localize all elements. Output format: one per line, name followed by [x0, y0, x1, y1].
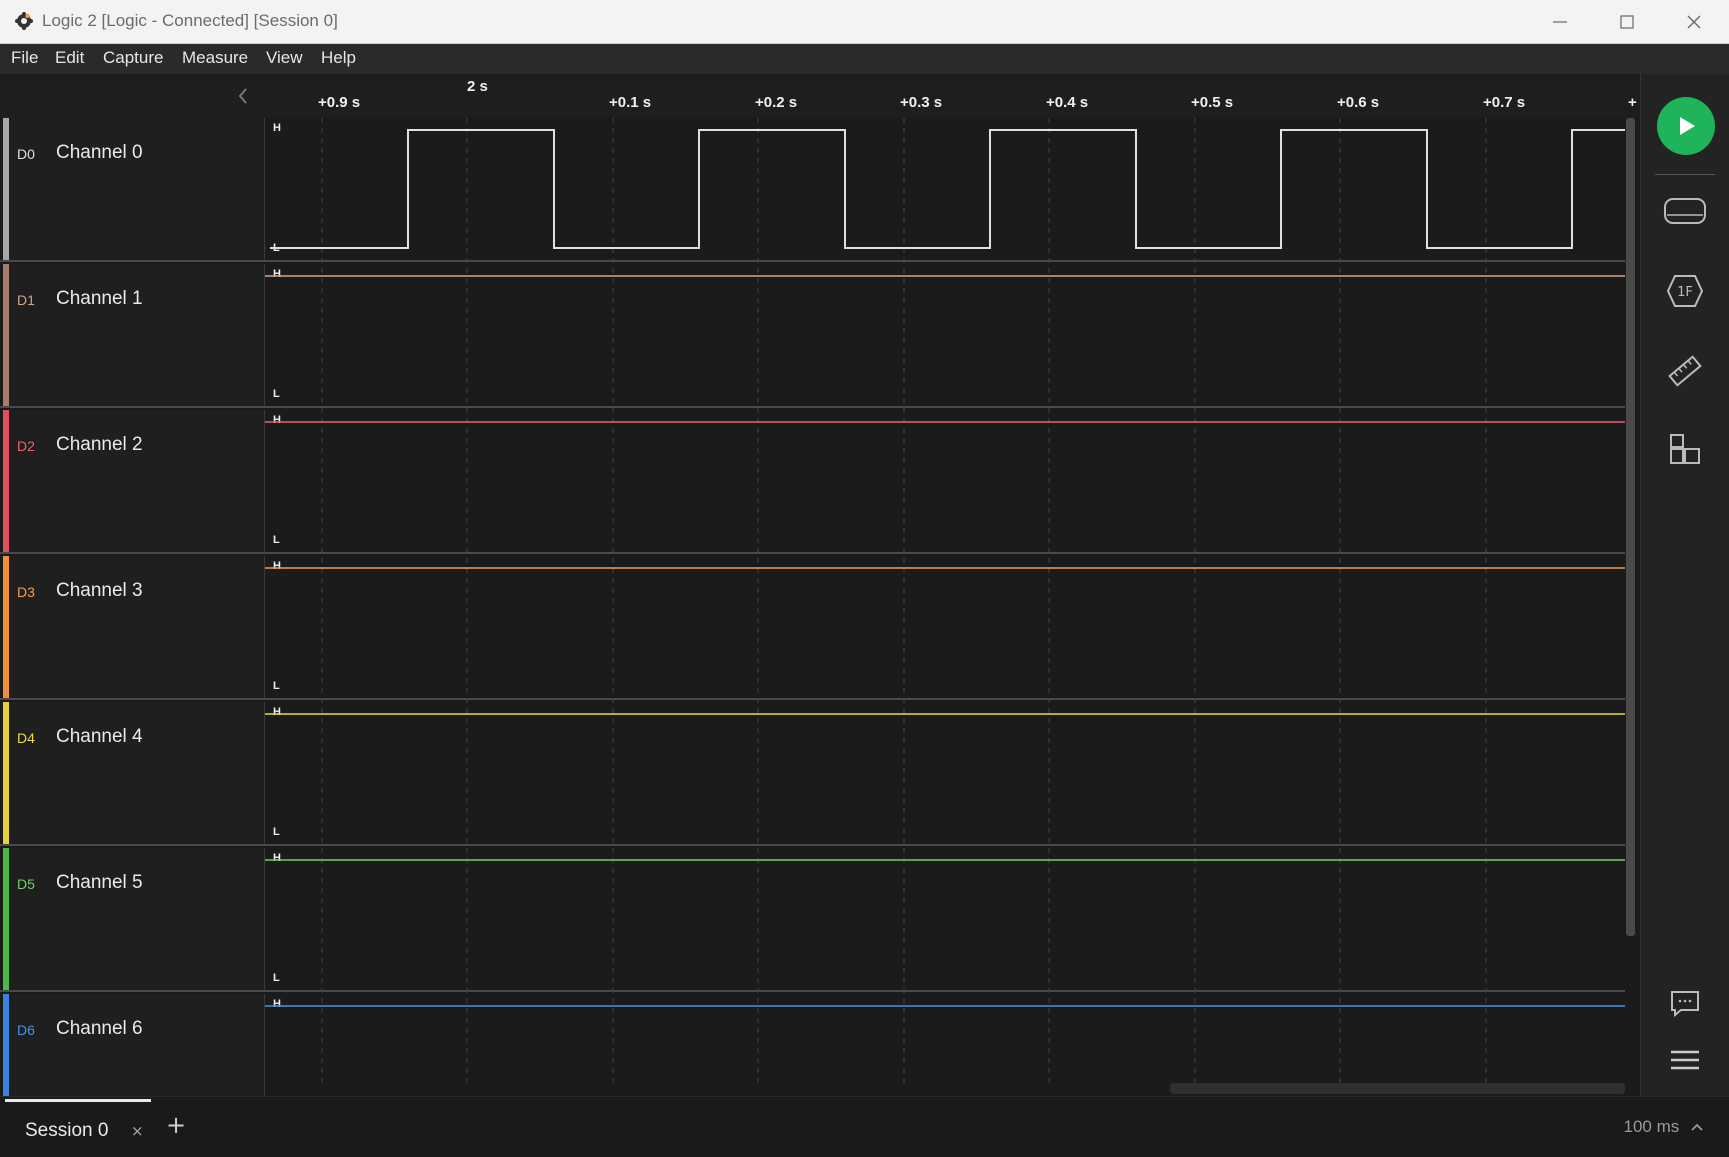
channel-header[interactable]: D1 Channel 1 — [9, 264, 265, 408]
tick-label: + — [1628, 94, 1637, 111]
measure-ruler-icon — [1668, 355, 1702, 387]
minimize-icon — [1553, 20, 1567, 23]
tick-label: +0.4 s — [1046, 94, 1089, 111]
close-tab-icon[interactable]: × — [131, 1122, 144, 1140]
channel-id: D4 — [17, 730, 35, 746]
minimize-button[interactable] — [1527, 0, 1593, 43]
menu-file[interactable]: File — [11, 48, 38, 68]
maximize-button[interactable] — [1594, 0, 1660, 43]
vertical-scrollbar[interactable] — [1626, 118, 1635, 936]
collapse-chevron-icon[interactable] — [235, 86, 251, 106]
tick-label: +0.3 s — [900, 94, 943, 111]
title-bar: Logic 2 [Logic - Connected] [Session 0] — [0, 0, 1729, 44]
menu-capture[interactable]: Capture — [103, 48, 163, 68]
start-capture-button[interactable] — [1657, 97, 1715, 155]
bottom-bar: Session 0 × + 100 ms — [0, 1096, 1729, 1157]
svg-text:1F: 1F — [1677, 285, 1693, 300]
session-tab[interactable]: Session 0 × — [5, 1099, 151, 1156]
channel-name[interactable]: Channel 3 — [56, 580, 143, 602]
tick-label: +0.2 s — [755, 94, 798, 111]
channel-name[interactable]: Channel 2 — [56, 434, 143, 456]
extensions-button[interactable] — [1655, 424, 1715, 474]
zoom-value: 100 ms — [1623, 1117, 1680, 1136]
extensions-icon — [1670, 434, 1700, 464]
zoom-level[interactable]: 100 ms — [1624, 1117, 1704, 1137]
analyzer-icon: 1F — [1666, 275, 1704, 307]
menu-edit[interactable]: Edit — [55, 48, 84, 68]
menu-measure[interactable]: Measure — [182, 48, 248, 68]
right-sidebar: 1F — [1640, 74, 1729, 1096]
channel-header[interactable]: D5 Channel 5 — [9, 848, 265, 992]
device-icon — [1664, 198, 1706, 224]
window-title: Logic 2 [Logic - Connected] [Session 0] — [42, 11, 338, 30]
channel-name[interactable]: Channel 4 — [56, 726, 143, 748]
major-time-label: 2 s — [467, 78, 488, 95]
notes-icon — [1671, 991, 1699, 1018]
timeline-ruler[interactable]: 2 s +0.9 s +0.1 s +0.2 s +0.3 s +0.4 s +… — [0, 74, 1640, 118]
menu-help[interactable]: Help — [321, 48, 356, 68]
channel-id: D2 — [17, 438, 35, 454]
menu-icon — [1671, 1050, 1699, 1070]
signal-traces — [265, 129, 1625, 1007]
tick-label: +0.9 s — [318, 94, 361, 111]
measurements-button[interactable] — [1655, 346, 1715, 396]
chevron-up-icon — [1691, 1123, 1703, 1131]
channel-name[interactable]: Channel 1 — [56, 288, 143, 310]
channel-header[interactable]: D6 Channel 6 — [9, 994, 265, 1096]
channel-id: D1 — [17, 292, 35, 308]
channel-name[interactable]: Channel 5 — [56, 872, 143, 894]
time-grid — [321, 118, 1487, 1088]
notes-button[interactable] — [1655, 978, 1715, 1028]
tick-label: +0.7 s — [1483, 94, 1526, 111]
play-icon — [1680, 117, 1695, 135]
channel-header[interactable]: D0 Channel 0 — [9, 118, 265, 262]
analyzers-button[interactable]: 1F — [1655, 266, 1715, 316]
channel-id: D0 — [17, 146, 35, 162]
channel-id: D6 — [17, 1022, 35, 1038]
channel-header[interactable]: D3 Channel 3 — [9, 556, 265, 700]
channel-id: D3 — [17, 584, 35, 600]
channel-header[interactable]: D4 Channel 4 — [9, 702, 265, 846]
channel-id: D5 — [17, 876, 35, 892]
close-icon — [1687, 15, 1701, 28]
app-gear-icon — [15, 12, 33, 30]
session-tab-label: Session 0 — [25, 1120, 109, 1141]
waveform-area[interactable] — [265, 118, 1625, 1096]
horizontal-scrollbar[interactable] — [1170, 1083, 1625, 1094]
menu-bar: File Edit Capture Measure View Help — [0, 44, 1729, 74]
main-menu-button[interactable] — [1655, 1035, 1715, 1085]
channel-header[interactable]: D2 Channel 2 — [9, 410, 265, 554]
tick-label: +0.6 s — [1337, 94, 1380, 111]
sidebar-divider — [1655, 174, 1715, 175]
close-button[interactable] — [1661, 0, 1727, 43]
device-settings-button[interactable] — [1655, 186, 1715, 236]
channel-name[interactable]: Channel 0 — [56, 142, 143, 164]
menu-view[interactable]: View — [266, 48, 303, 68]
tick-label: +0.1 s — [609, 94, 652, 111]
add-session-button[interactable]: + — [166, 1111, 186, 1139]
tick-label: +0.5 s — [1191, 94, 1234, 111]
channel-name[interactable]: Channel 6 — [56, 1018, 143, 1040]
maximize-icon — [1620, 14, 1634, 29]
signal-trace — [270, 129, 1625, 249]
